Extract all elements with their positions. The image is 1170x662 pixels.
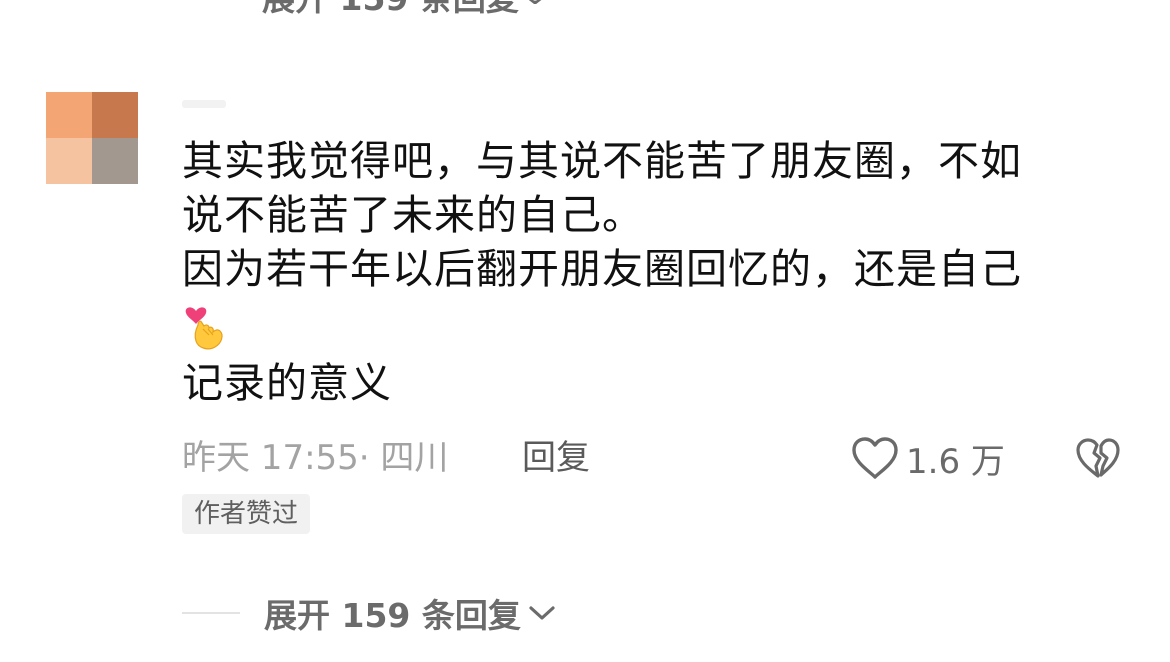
avatar-pixel (46, 92, 92, 138)
comment-line: 因为若干年以后翻开朋友圈回忆的，还是自己 (182, 245, 1022, 293)
comment-line: 其实我觉得吧，与其说不能苦了朋友圈，不如 (182, 137, 1022, 185)
dislike-button[interactable] (1074, 434, 1122, 482)
divider-line (182, 612, 240, 614)
author-liked-badge: 作者赞过 (182, 494, 311, 534)
like-count: 1.6 万 (906, 441, 1005, 482)
avatar-pixel (92, 92, 138, 138)
expand-replies-top[interactable]: 展开 159 条回复 ⌄ (262, 0, 548, 18)
comment-meta: 昨天 17:55· 四川 回复 1.6 万 (182, 434, 1132, 482)
chevron-down-icon (521, 603, 557, 623)
avatar[interactable] (46, 92, 138, 184)
comment-emoji-line (182, 296, 1102, 356)
comment-line: 记录的意义 (182, 359, 392, 407)
expand-replies[interactable]: 展开 159 条回复 (182, 588, 557, 638)
finger-heart-emoji (185, 307, 223, 350)
comment-line: 说不能苦了未来的自己。 (182, 191, 644, 239)
broken-heart-icon (1076, 438, 1120, 478)
avatar-pixel (46, 138, 92, 184)
comment-body: 其实我觉得吧，与其说不能苦了朋友圈，不如 说不能苦了未来的自己。 因为若干年以后… (182, 134, 1102, 410)
heart-outline-icon (852, 437, 898, 479)
username-placeholder[interactable] (182, 100, 226, 108)
expand-replies-top-label: 展开 159 条回复 (262, 0, 519, 20)
expand-replies-label: 展开 159 条回复 (264, 596, 521, 635)
timestamp-location: 昨天 17:55· 四川 (182, 438, 449, 478)
avatar-pixel (92, 138, 138, 184)
reply-button[interactable]: 回复 (522, 434, 590, 482)
chevron-down-icon: ⌄ (522, 0, 548, 10)
like-button[interactable]: 1.6 万 (850, 434, 1005, 482)
